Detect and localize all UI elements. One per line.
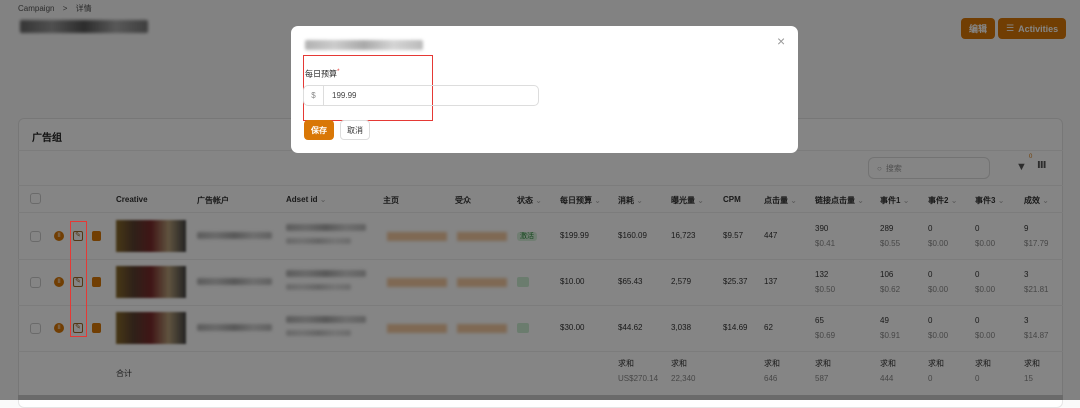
budget-value[interactable]: 199.99 bbox=[324, 91, 356, 100]
close-icon[interactable]: × bbox=[777, 33, 785, 49]
currency-prefix: $ bbox=[304, 86, 324, 105]
save-button[interactable]: 保存 bbox=[304, 120, 334, 140]
budget-label: 每日预算* bbox=[305, 68, 340, 79]
cancel-button[interactable]: 取消 bbox=[340, 120, 370, 140]
edit-icons-highlight bbox=[70, 221, 87, 337]
modal-title-redacted bbox=[305, 40, 423, 50]
daily-budget-input[interactable]: $ 199.99 bbox=[303, 85, 539, 106]
